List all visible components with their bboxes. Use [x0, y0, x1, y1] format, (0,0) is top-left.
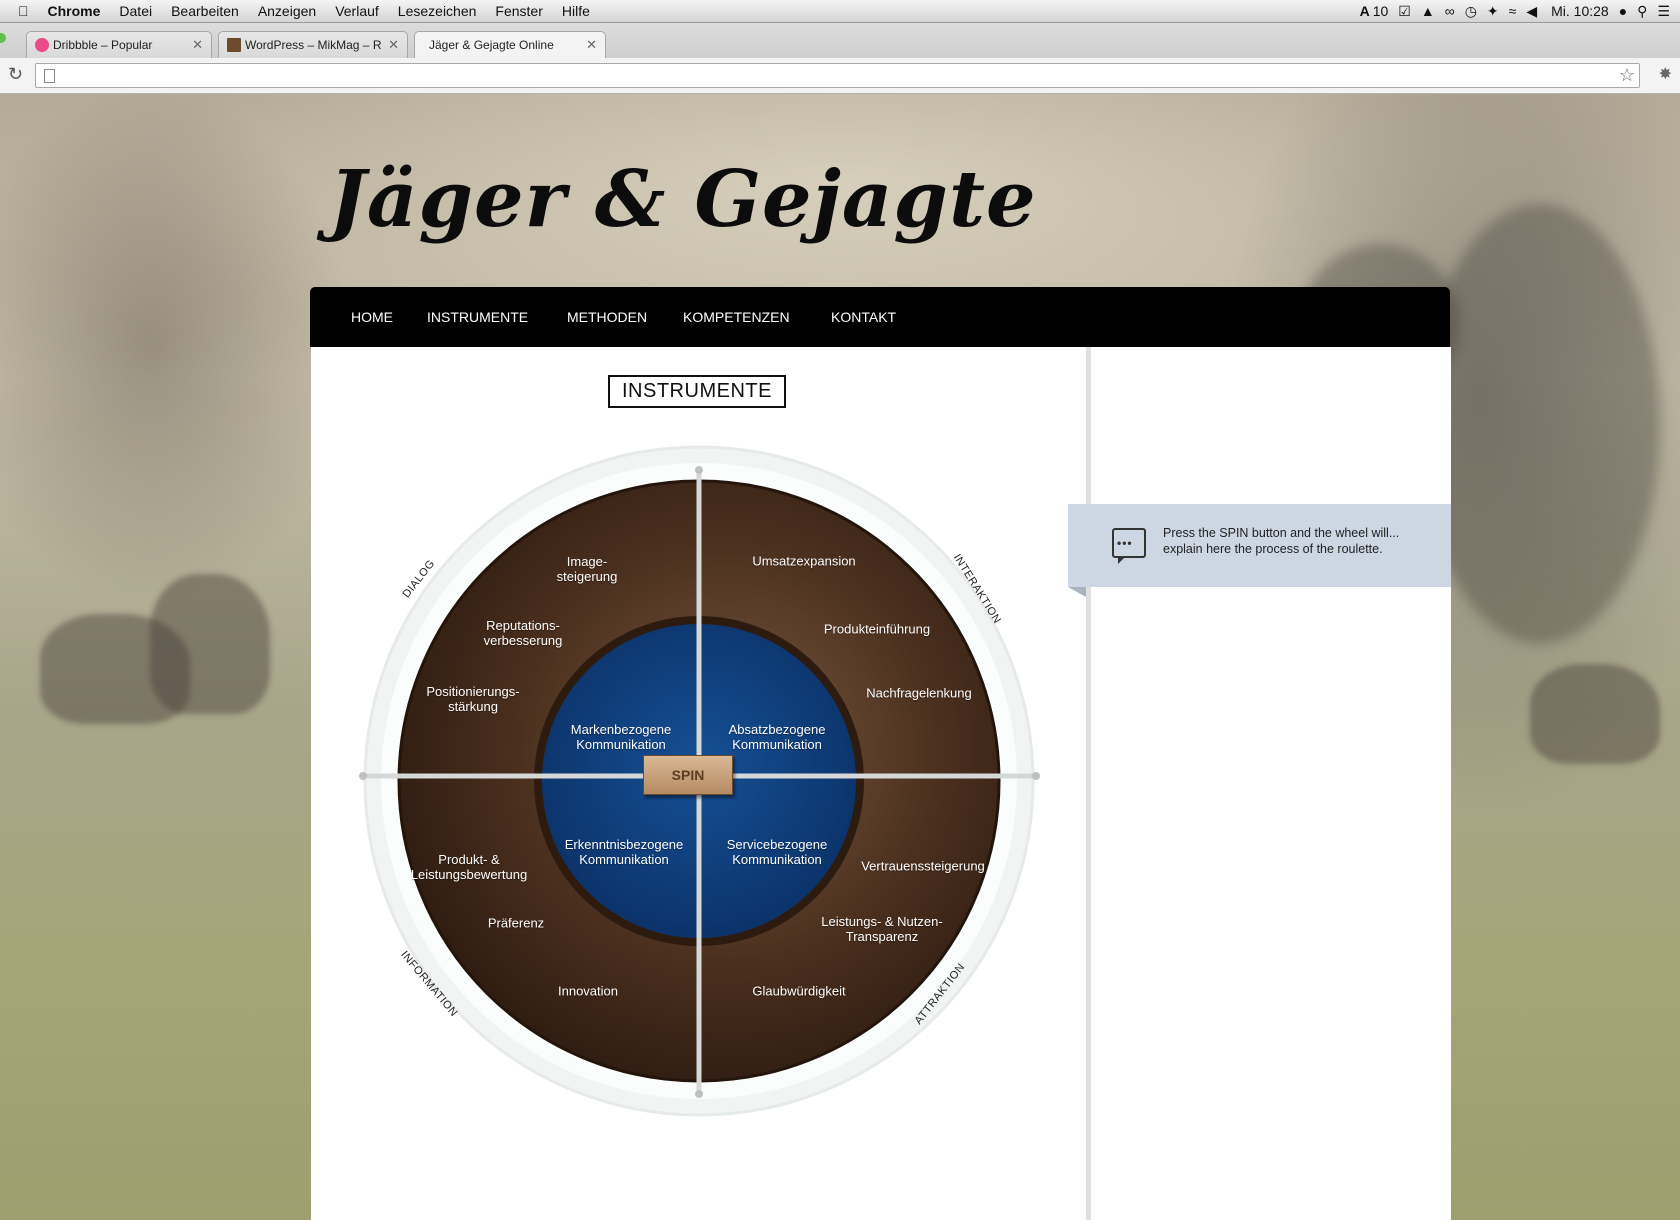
tab-title: Jäger & Gejagte Online	[429, 38, 554, 52]
drive-icon[interactable]: ▲	[1421, 3, 1435, 19]
outer-label: Vertrauenssteigerung	[861, 858, 985, 874]
outer-label: Produkt- & Leistungsbewertung	[410, 852, 528, 882]
dribbble-icon	[35, 38, 49, 52]
background-horse	[1530, 664, 1660, 764]
chat-bubble-icon: •••	[1112, 528, 1146, 564]
outer-label: Produkteinführung	[823, 621, 931, 637]
outer-label: Glaubwürdigkeit	[752, 983, 846, 999]
tab-wordpress[interactable]: WordPress – MikMag – Res ✕	[218, 31, 408, 58]
outer-label: Positionierungs-stärkung	[426, 684, 520, 714]
outer-label: Innovation	[558, 983, 618, 999]
tab-jaeger-gejagte[interactable]: Jäger & Gejagte Online ✕	[414, 31, 606, 58]
menu-hilfe[interactable]: Hilfe	[562, 3, 590, 19]
main-navigation: HOME INSTRUMENTE METHODEN KOMPETENZEN KO…	[310, 287, 1450, 347]
nav-kontakt[interactable]: KONTAKT	[831, 309, 896, 325]
background-tree	[1420, 204, 1660, 644]
nav-methoden[interactable]: METHODEN	[567, 309, 647, 325]
page-title: INSTRUMENTE	[608, 375, 786, 408]
close-tab-icon[interactable]: ✕	[388, 37, 399, 53]
inner-label-servicebezogene: Servicebezogene Kommunikation	[726, 837, 828, 867]
outer-label: Image-steigerung	[556, 554, 618, 584]
sidebar	[1091, 347, 1451, 1220]
adobe-status-badge: 10	[1372, 3, 1389, 19]
nav-kompetenzen[interactable]: KOMPETENZEN	[683, 309, 790, 325]
roulette-wheel: DIALOG INTERAKTION INFORMATION ATTRAKTIO…	[349, 439, 1049, 1139]
bluetooth-icon[interactable]: ✦	[1487, 3, 1499, 20]
outer-label: Reputations-verbesserung	[483, 618, 563, 648]
outer-label: Präferenz	[487, 915, 545, 931]
user-icon[interactable]: ●	[1619, 3, 1627, 19]
menu-anzeigen[interactable]: Anzeigen	[258, 3, 316, 19]
inner-label-absatzbezogene: Absatzbezogene Kommunikation	[728, 722, 826, 752]
extension-icon[interactable]: ✸	[1659, 64, 1672, 84]
wheel-divider-cap	[359, 772, 367, 780]
menu-fenster[interactable]: Fenster	[495, 3, 542, 19]
nav-instrumente[interactable]: INSTRUMENTE	[427, 309, 528, 325]
page-viewport: Jäger & Gejagte HOME INSTRUMENTE METHODE…	[0, 94, 1680, 1220]
menu-app-name[interactable]: Chrome	[48, 3, 101, 19]
menu-verlauf[interactable]: Verlauf	[335, 3, 379, 19]
info-callout: ••• Press the SPIN button and the wheel …	[1068, 504, 1451, 597]
wheel-divider-cap	[1032, 772, 1040, 780]
notification-list-icon[interactable]: ☰	[1657, 3, 1670, 20]
menu-lesezeichen[interactable]: Lesezeichen	[398, 3, 477, 19]
site-logo[interactable]: Jäger & Gejagte	[329, 154, 1037, 245]
outer-label: Umsatzexpansion	[752, 553, 856, 569]
volume-icon[interactable]: ◀	[1526, 3, 1537, 20]
time-machine-icon[interactable]: ◷	[1465, 3, 1477, 20]
tab-dribbble[interactable]: Dribbble – Popular ✕	[26, 31, 212, 58]
menu-clock[interactable]: Mi. 10:28	[1551, 3, 1609, 19]
spin-button[interactable]: SPIN	[643, 755, 733, 795]
creative-cloud-icon[interactable]: ∞	[1445, 3, 1455, 19]
checkbox-status-icon[interactable]: ☑	[1398, 3, 1411, 20]
close-tab-icon[interactable]: ✕	[192, 37, 203, 53]
outer-label: Nachfragelenkung	[866, 685, 972, 701]
main-content: INSTRUMENTE DIALOG INTERAKTION INFORMATI…	[311, 347, 1086, 1220]
wifi-icon[interactable]: ≈	[1509, 3, 1517, 19]
browser-tab-strip: Dribbble – Popular ✕ WordPress – MikMag …	[0, 23, 1680, 58]
nav-home[interactable]: HOME	[351, 309, 393, 325]
wheel-divider-cap	[695, 466, 703, 474]
wordpress-thumbnail-icon	[227, 38, 241, 52]
menu-datei[interactable]: Datei	[119, 3, 152, 19]
spotlight-search-icon[interactable]: ⚲	[1637, 3, 1647, 20]
outer-label: Leistungs- & Nutzen- Transparenz	[821, 914, 943, 944]
page-icon	[44, 69, 55, 83]
callout-text: Press the SPIN button and the wheel will…	[1163, 526, 1400, 556]
mac-menu-bar:  Chrome Datei Bearbeiten Anzeigen Verla…	[0, 0, 1680, 23]
window-zoom-icon[interactable]	[0, 33, 6, 43]
reload-icon[interactable]: ↻	[8, 64, 23, 85]
inner-label-erkenntnisbezogene: Erkenntnisbezogene Kommunikation	[564, 837, 684, 867]
menu-bearbeiten[interactable]: Bearbeiten	[171, 3, 239, 19]
wheel-divider-cap	[695, 1090, 703, 1098]
browser-toolbar: ↻ ☆ ✸	[0, 58, 1680, 94]
close-tab-icon[interactable]: ✕	[586, 37, 597, 53]
inner-label-markenbezogene: Markenbezogene Kommunikation	[570, 722, 672, 752]
tab-title: WordPress – MikMag – Res	[245, 38, 383, 52]
tab-title: Dribbble – Popular	[53, 38, 153, 52]
callout-fold	[1068, 587, 1086, 597]
adobe-status-icon[interactable]: A	[1360, 3, 1370, 19]
background-horse	[150, 574, 270, 714]
bookmark-star-icon[interactable]: ☆	[1619, 64, 1635, 87]
apple-icon[interactable]: 	[18, 3, 29, 19]
address-bar[interactable]: ☆	[35, 63, 1640, 88]
